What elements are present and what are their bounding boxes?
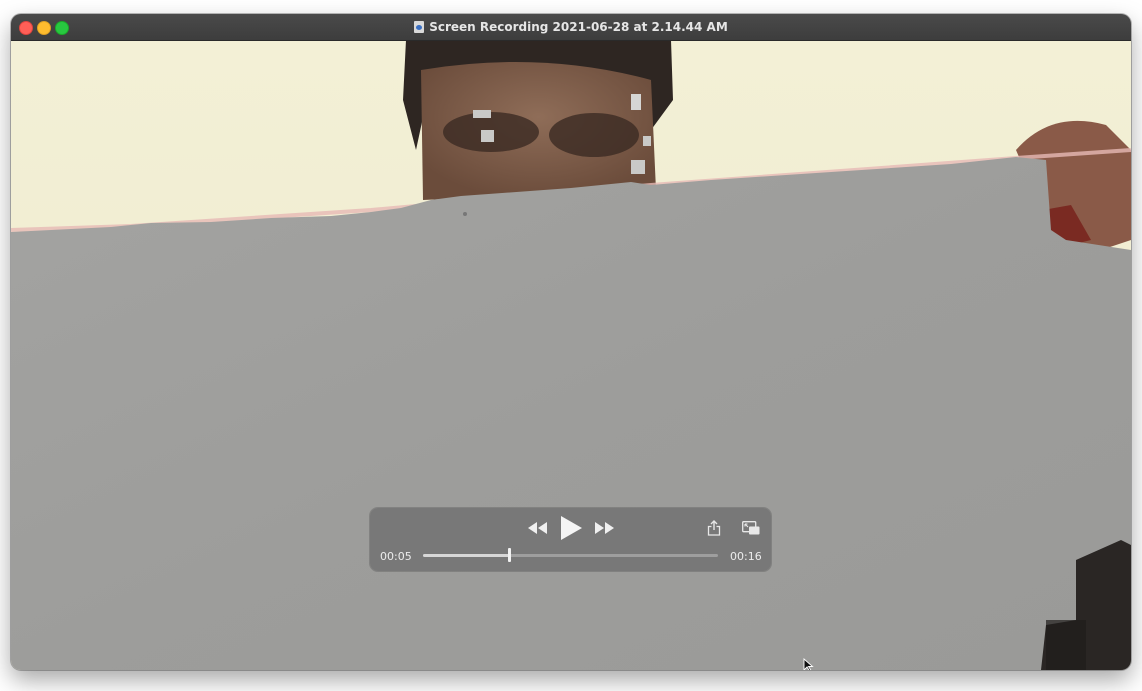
play-icon [561,516,582,540]
scrubber-bar[interactable] [423,548,718,562]
current-time: 00:05 [380,550,412,563]
rewind-icon [528,522,547,534]
share-icon [707,520,721,536]
face-artifact-1 [473,110,491,118]
duration-time: 00:16 [730,550,762,563]
mouse-pointer [803,658,815,670]
window-title-group: Screen Recording 2021-06-28 at 2.14.44 A… [414,20,728,34]
fast-forward-button[interactable] [592,518,616,538]
board-speck [463,212,467,216]
quicktime-document-icon[interactable] [414,21,425,33]
scrubber-progress [423,554,509,557]
face-artifact-5 [631,160,645,174]
rewind-button[interactable] [526,518,550,538]
person-right-eye [549,113,639,157]
video-content [11,40,1131,670]
dark-object-shadow [1046,620,1086,670]
face-artifact-3 [631,94,641,110]
face-artifact-2 [481,130,494,142]
picture-in-picture-button[interactable] [740,517,762,539]
zoom-window-button[interactable] [55,21,69,35]
title-bar[interactable]: Screen Recording 2021-06-28 at 2.14.44 A… [11,14,1131,41]
window-title: Screen Recording 2021-06-28 at 2.14.44 A… [429,20,728,34]
video-frame[interactable] [11,40,1131,670]
fast-forward-icon [595,522,614,534]
close-window-button[interactable] [19,21,33,35]
play-button[interactable] [557,514,585,542]
scrubber-handle[interactable] [507,548,511,562]
playback-controls[interactable]: 00:05 00:16 [370,508,771,571]
minimize-window-button[interactable] [37,21,51,35]
face-artifact-4 [643,136,651,146]
share-button[interactable] [704,517,724,539]
grey-board [11,157,1131,670]
picture-in-picture-icon [742,521,760,535]
quicktime-window: Screen Recording 2021-06-28 at 2.14.44 A… [11,14,1131,670]
mouse-pointer-icon [803,658,814,670]
